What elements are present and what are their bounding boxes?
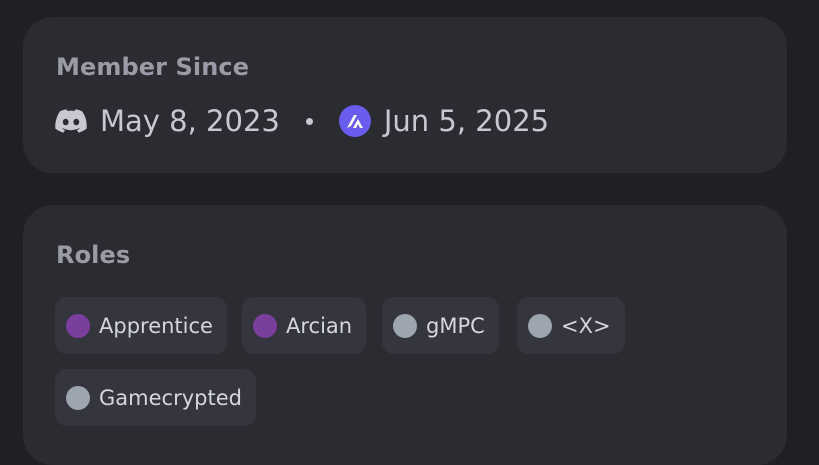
role-name: Apprentice xyxy=(99,313,213,338)
role-name: Arcian xyxy=(286,313,353,338)
discord-icon xyxy=(55,109,87,133)
server-join-date: Jun 5, 2025 xyxy=(383,104,550,138)
role-chip-x[interactable]: <X> xyxy=(517,297,625,354)
discord-join-date: May 8, 2023 xyxy=(100,104,280,138)
role-chip-apprentice[interactable]: Apprentice xyxy=(55,297,227,354)
role-name: gMPC xyxy=(426,313,485,338)
roles-title: Roles xyxy=(56,241,131,269)
role-name: Gamecrypted xyxy=(99,385,242,410)
server-icon[interactable] xyxy=(338,105,371,137)
member-since-card: Member Since May 8, 2023 Jun 5, 2025 xyxy=(23,17,787,173)
role-color-dot xyxy=(528,313,552,338)
role-color-dot xyxy=(66,313,90,338)
separator-dot xyxy=(305,117,313,125)
role-name: <X> xyxy=(561,313,611,338)
role-color-dot xyxy=(253,313,277,338)
role-chip-gmpc[interactable]: gMPC xyxy=(382,297,499,354)
role-color-dot xyxy=(393,313,417,338)
role-chip-arcian[interactable]: Arcian xyxy=(242,297,367,354)
role-color-dot xyxy=(66,385,90,410)
member-since-row: May 8, 2023 Jun 5, 2025 xyxy=(55,103,549,139)
roles-card: Roles Apprentice Arcian gMPC <X> Gamecry… xyxy=(23,205,787,465)
role-chip-gamecrypted[interactable]: Gamecrypted xyxy=(55,369,256,426)
member-since-title: Member Since xyxy=(56,53,250,81)
